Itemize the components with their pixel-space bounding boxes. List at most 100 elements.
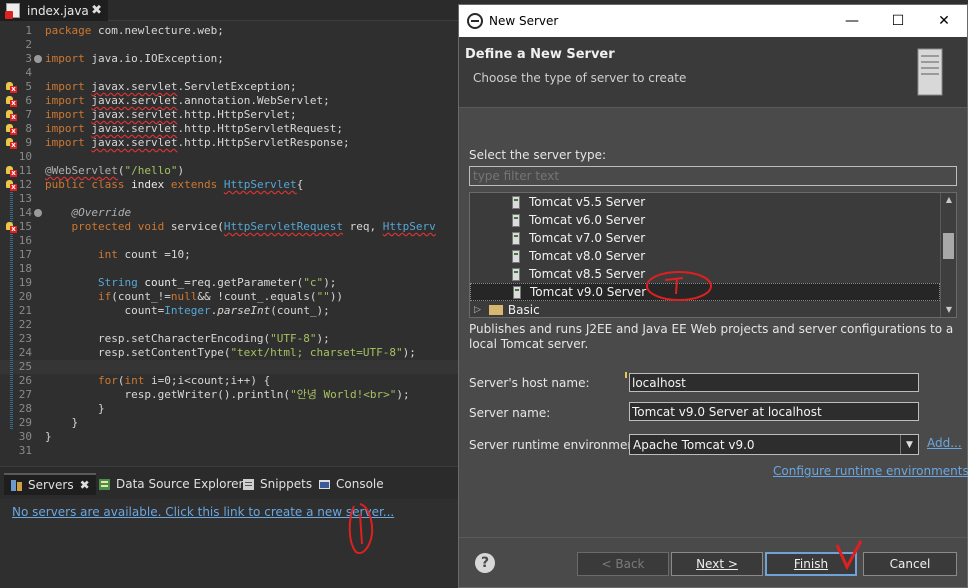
- tree-item-tomcat-v7-0[interactable]: Tomcat v7.0 Server: [470, 229, 940, 247]
- database-icon: [98, 478, 111, 491]
- line-number: 30: [18, 430, 32, 443]
- info-marker-icon: [625, 372, 627, 378]
- code-line: 20 if(count_!=null&& !count_.equals("")): [0, 290, 460, 304]
- close-window-button[interactable]: ✕: [921, 5, 967, 37]
- code-area[interactable]: 1 package com.newlecture.web; 2 3 import j…: [0, 24, 460, 454]
- code-line: 4: [0, 66, 460, 80]
- code-line: 1 package com.newlecture.web;: [0, 24, 460, 38]
- editor-tab-index-java[interactable]: index.java ✖: [0, 0, 108, 21]
- wizard-title: Define a New Server: [465, 47, 615, 62]
- fold-toggle-icon[interactable]: [34, 55, 42, 63]
- line-number: 22: [18, 318, 32, 331]
- create-server-link[interactable]: No servers are available. Click this lin…: [12, 505, 394, 519]
- line-number: 6: [25, 94, 32, 107]
- code-line: 22: [0, 318, 460, 332]
- tab-servers-label: Servers: [28, 478, 74, 492]
- code-line: 23 resp.setCharacterEncoding("UTF-8");: [0, 332, 460, 346]
- fold-toggle-icon[interactable]: [34, 209, 42, 217]
- server-icon: [512, 249, 520, 263]
- tree-folder-basic[interactable]: ▷ Basic: [470, 301, 940, 317]
- console-icon: [318, 478, 331, 491]
- help-icon[interactable]: ?: [475, 553, 495, 573]
- code-line: x 9 import javax.servlet.http.HttpServletR…: [0, 136, 460, 150]
- line-number: 17: [18, 248, 32, 261]
- code-line: 19 String count_=req.getParameter("c");: [0, 276, 460, 290]
- dialog-title: New Server: [489, 14, 559, 28]
- code-line: 18: [0, 262, 460, 276]
- folder-icon: [488, 305, 503, 315]
- annotation-circle-1: [348, 503, 374, 554]
- wizard-body: Select the server type: Tomcat v5.5 Serv…: [459, 107, 968, 537]
- runtime-select[interactable]: Apache Tomcat v9.0 ▼: [629, 434, 919, 455]
- code-line: x 5 import javax.servlet.ServletException;: [0, 80, 460, 94]
- expand-arrow-icon[interactable]: ▷: [474, 305, 481, 315]
- close-icon[interactable]: ✖: [91, 3, 102, 18]
- next-button[interactable]: Next >: [671, 552, 763, 576]
- line-number: 3: [25, 52, 32, 65]
- annotation-circle-2: [646, 271, 712, 301]
- runtime-selected-value: Apache Tomcat v9.0: [633, 437, 755, 452]
- tab-snippets[interactable]: Snippets: [242, 473, 312, 495]
- server-type-tree[interactable]: Tomcat v5.5 Server Tomcat v6.0 Server To…: [469, 192, 957, 318]
- tab-data-source-explorer[interactable]: Data Source Explorer: [98, 473, 243, 495]
- line-number: 29: [18, 416, 32, 429]
- scrollbar-thumb[interactable]: [943, 233, 954, 259]
- line-number: 5: [25, 80, 32, 93]
- code-line: x 8 import javax.servlet.http.HttpServletR…: [0, 122, 460, 136]
- back-button[interactable]: < Back: [577, 552, 669, 576]
- code-line-current: 25: [0, 360, 460, 374]
- code-line: 29 }: [0, 416, 460, 430]
- code-line: 28 }: [0, 402, 460, 416]
- maximize-button[interactable]: ☐: [875, 5, 921, 37]
- add-runtime-link[interactable]: Add...: [927, 436, 962, 450]
- server-icon: [512, 267, 520, 281]
- code-editor[interactable]: index.java ✖ 1 package com.newlecture.web…: [0, 0, 460, 464]
- code-line: 21 count=Integer.parseInt(count_);: [0, 304, 460, 318]
- line-number: 13: [18, 192, 32, 205]
- line-number: 20: [18, 290, 32, 303]
- code-line: 17 int count =10;: [0, 248, 460, 262]
- dialog-titlebar[interactable]: New Server — ☐ ✕: [459, 5, 967, 37]
- chevron-down-icon[interactable]: ▼: [900, 435, 918, 454]
- tree-item-tomcat-v8-0[interactable]: Tomcat v8.0 Server: [470, 247, 940, 265]
- line-number: 9: [25, 136, 32, 149]
- tab-snippets-label: Snippets: [260, 477, 313, 491]
- server-icon: [512, 231, 520, 245]
- tree-item-tomcat-v5-5[interactable]: Tomcat v5.5 Server: [470, 193, 940, 211]
- code-line: 31: [0, 444, 460, 454]
- filter-input[interactable]: [469, 166, 957, 186]
- editor-tab-bar: index.java ✖: [0, 0, 460, 21]
- close-icon[interactable]: ✖: [80, 478, 90, 492]
- host-name-input[interactable]: [629, 373, 919, 392]
- code-line: x 12 public class index extends HttpServle…: [0, 178, 460, 192]
- line-number: 11: [18, 164, 32, 177]
- line-number: 2: [25, 38, 32, 51]
- server-icon: [512, 195, 520, 209]
- server-type-label: Select the server type:: [469, 148, 606, 162]
- tab-servers[interactable]: Servers ✖: [4, 473, 96, 495]
- minimize-button[interactable]: —: [829, 5, 875, 37]
- configure-runtime-link[interactable]: Configure runtime environments...: [773, 464, 968, 478]
- server-name-label: Server name:: [469, 406, 551, 420]
- tab-console[interactable]: Console: [318, 473, 384, 495]
- line-number: 7: [25, 108, 32, 121]
- code-line: 30}: [0, 430, 460, 444]
- line-number: 10: [18, 150, 32, 163]
- code-line: 2: [0, 38, 460, 52]
- line-number: 14: [18, 206, 32, 219]
- tree-item-tomcat-v6-0[interactable]: Tomcat v6.0 Server: [470, 211, 940, 229]
- next-button-label: Next >: [696, 557, 738, 571]
- tree-scrollbar[interactable]: ▲ ▼: [940, 193, 956, 317]
- code-line: 10: [0, 150, 460, 164]
- line-number: 27: [18, 388, 32, 401]
- server-name-input[interactable]: [629, 402, 919, 421]
- cancel-button[interactable]: Cancel: [863, 552, 957, 576]
- host-name-label: Server's host name:: [469, 376, 590, 390]
- snippets-icon: [242, 478, 255, 491]
- java-file-error-icon: [5, 3, 20, 19]
- line-number: 19: [18, 276, 32, 289]
- server-icon: [513, 285, 521, 299]
- code-line: 13: [0, 192, 460, 206]
- servers-panel: Servers ✖ Data Source Explorer Snippets …: [0, 466, 460, 588]
- line-number: 12: [18, 178, 32, 191]
